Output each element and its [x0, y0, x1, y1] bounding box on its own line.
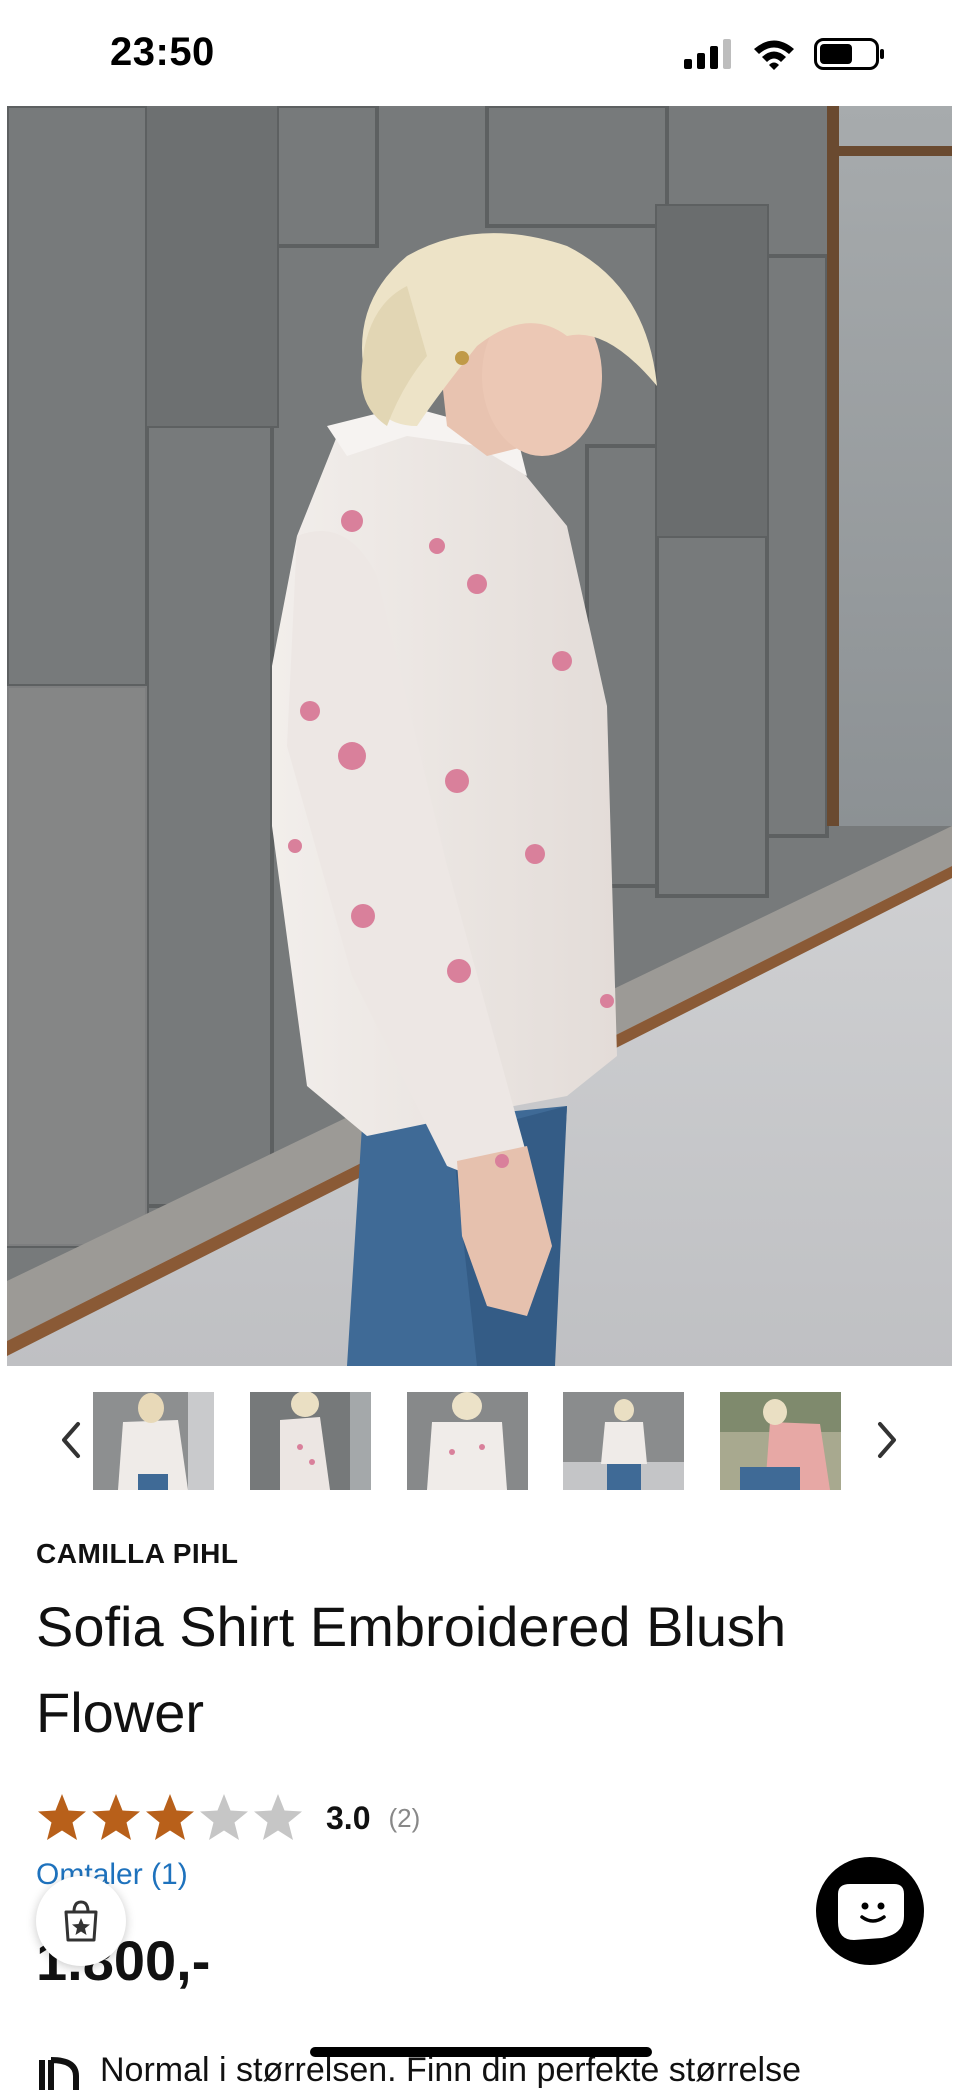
cellular-signal-icon	[684, 39, 731, 69]
shopping-bag-star-icon[interactable]	[36, 1876, 126, 1966]
thumbnail-3[interactable]	[407, 1392, 528, 1490]
rating-count: (2)	[388, 1802, 421, 1833]
star-filled-icon	[146, 1794, 194, 1840]
product-main-image[interactable]	[7, 106, 952, 1366]
status-time: 23:50	[110, 30, 215, 74]
chevron-right-icon[interactable]	[868, 1410, 908, 1470]
wifi-icon	[754, 40, 794, 70]
thumbnail-1[interactable]	[93, 1392, 214, 1490]
rating-value: 3.0	[326, 1799, 371, 1836]
thumbnail-4[interactable]	[563, 1392, 684, 1490]
rating-stars	[36, 1792, 304, 1844]
rating-row[interactable]: 3.0 (2)	[36, 1790, 420, 1846]
thumbnail-gallery	[0, 1388, 960, 1492]
star-filled-icon	[92, 1794, 140, 1840]
star-empty-icon	[200, 1794, 248, 1840]
product-title: Sofia Shirt Embroidered Blush Flower	[36, 1595, 787, 1744]
star-filled-icon	[38, 1794, 86, 1840]
chat-smiley-icon[interactable]	[816, 1857, 924, 1965]
thumbnail-2[interactable]	[250, 1392, 371, 1490]
product-brand[interactable]: CAMILLA PIHL	[36, 1538, 239, 1570]
star-empty-icon	[254, 1794, 302, 1840]
battery-icon	[814, 38, 884, 70]
chevron-left-icon[interactable]	[50, 1410, 90, 1470]
home-indicator[interactable]	[310, 2047, 652, 2057]
status-bar: 23:50	[0, 0, 960, 106]
thumbnail-5[interactable]	[720, 1392, 841, 1490]
status-icons	[684, 38, 886, 70]
ruler-icon	[39, 2057, 79, 2090]
